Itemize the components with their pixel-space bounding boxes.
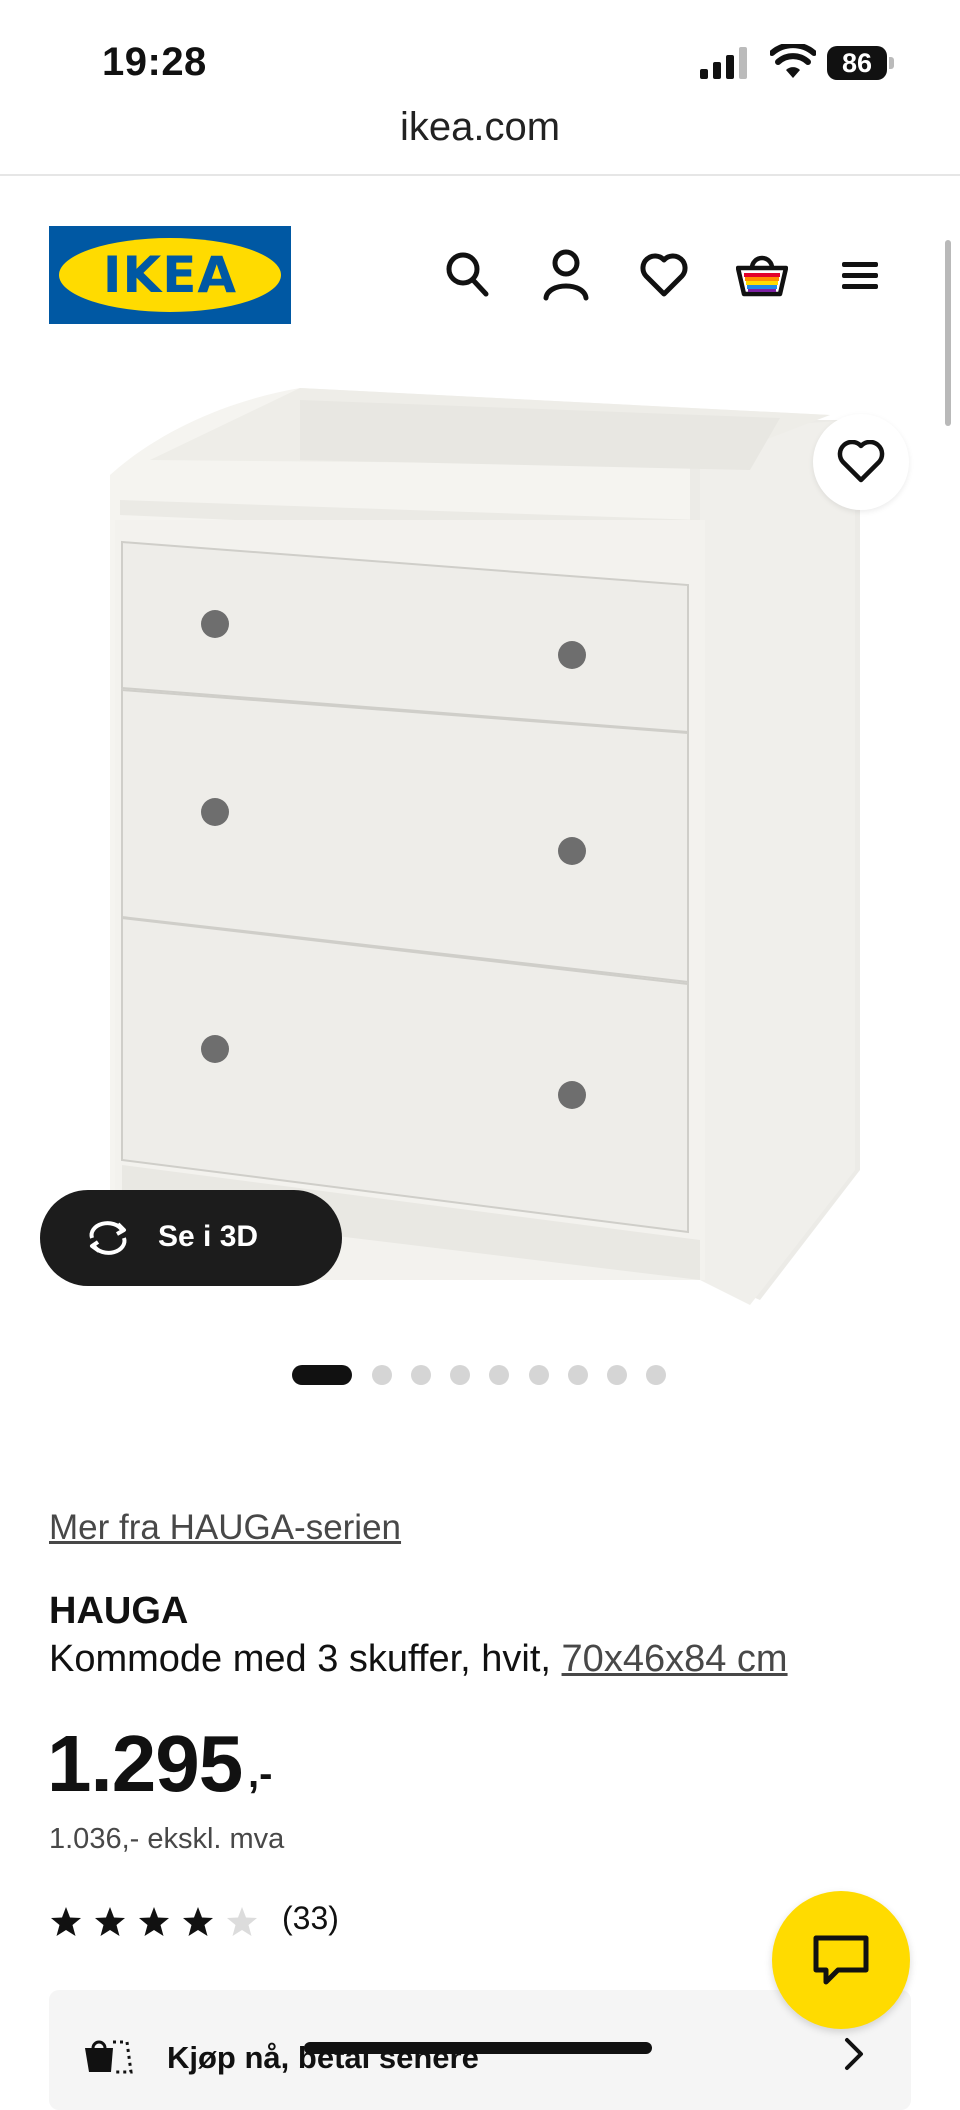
price-excluding-vat: 1.036,- ekskl. mva (49, 1823, 285, 1855)
chevron-right-icon (845, 2038, 863, 2070)
carousel-dot[interactable] (568, 1365, 588, 1385)
home-indicator[interactable] (304, 2042, 652, 2054)
star-filled-icon (183, 1907, 213, 1936)
star-filled-icon (95, 1907, 125, 1936)
shopping-bag-icon (85, 2040, 133, 2074)
view-in-3d-button[interactable]: Se i 3D (40, 1190, 342, 1286)
product-dimensions-link[interactable]: 70x46x84 cm (562, 1638, 788, 1680)
carousel-dot[interactable] (529, 1365, 549, 1385)
star-filled-icon (139, 1907, 169, 1936)
divider (0, 174, 960, 176)
add-to-favourites-button[interactable] (813, 414, 909, 510)
carousel-dot[interactable] (292, 1365, 352, 1385)
rating-count[interactable]: (33) (282, 1900, 339, 1937)
user-icon[interactable] (540, 248, 592, 302)
product-description-text: Kommode med 3 skuffer, hvit, (49, 1638, 562, 1680)
address-bar[interactable]: ikea.com (0, 105, 960, 150)
status-time: 19:28 (102, 40, 207, 84)
battery-level: 86 (827, 46, 887, 80)
heart-icon (837, 440, 885, 483)
wifi-icon (770, 44, 816, 78)
search-icon[interactable] (442, 248, 494, 302)
product-name: HAUGA (49, 1590, 189, 1632)
price-suffix: ,- (248, 1752, 273, 1796)
carousel-dot[interactable] (489, 1365, 509, 1385)
product-price: 1.295 (47, 1719, 243, 1808)
rotate-3d-icon (89, 1221, 127, 1255)
ikea-logo[interactable]: IKEA (49, 226, 291, 324)
product-image[interactable] (60, 370, 880, 1330)
battery-indicator: 86 (827, 46, 895, 80)
carousel-dot[interactable] (607, 1365, 627, 1385)
chat-bubble-icon (813, 1935, 869, 1985)
carousel-dot[interactable] (411, 1365, 431, 1385)
view-in-3d-label: Se i 3D (158, 1220, 259, 1253)
status-bar: 19:28 86 (0, 0, 960, 120)
heart-icon[interactable] (638, 248, 690, 302)
star-filled-icon (51, 1907, 81, 1936)
series-link[interactable]: Mer fra HAUGA-serien (49, 1508, 401, 1548)
product-description: Kommode med 3 skuffer, hvit, 70x46x84 cm (49, 1638, 788, 1681)
carousel-dot[interactable] (646, 1365, 666, 1385)
carousel-dot[interactable] (450, 1365, 470, 1385)
chat-button[interactable] (772, 1891, 910, 2029)
logo-text: IKEA (102, 246, 238, 304)
page-scrollbar[interactable] (945, 240, 951, 426)
basket-icon[interactable] (736, 248, 788, 302)
star-empty-icon (227, 1907, 257, 1936)
menu-icon[interactable] (834, 248, 886, 302)
cellular-signal-icon (700, 47, 747, 79)
carousel-dot[interactable] (372, 1365, 392, 1385)
